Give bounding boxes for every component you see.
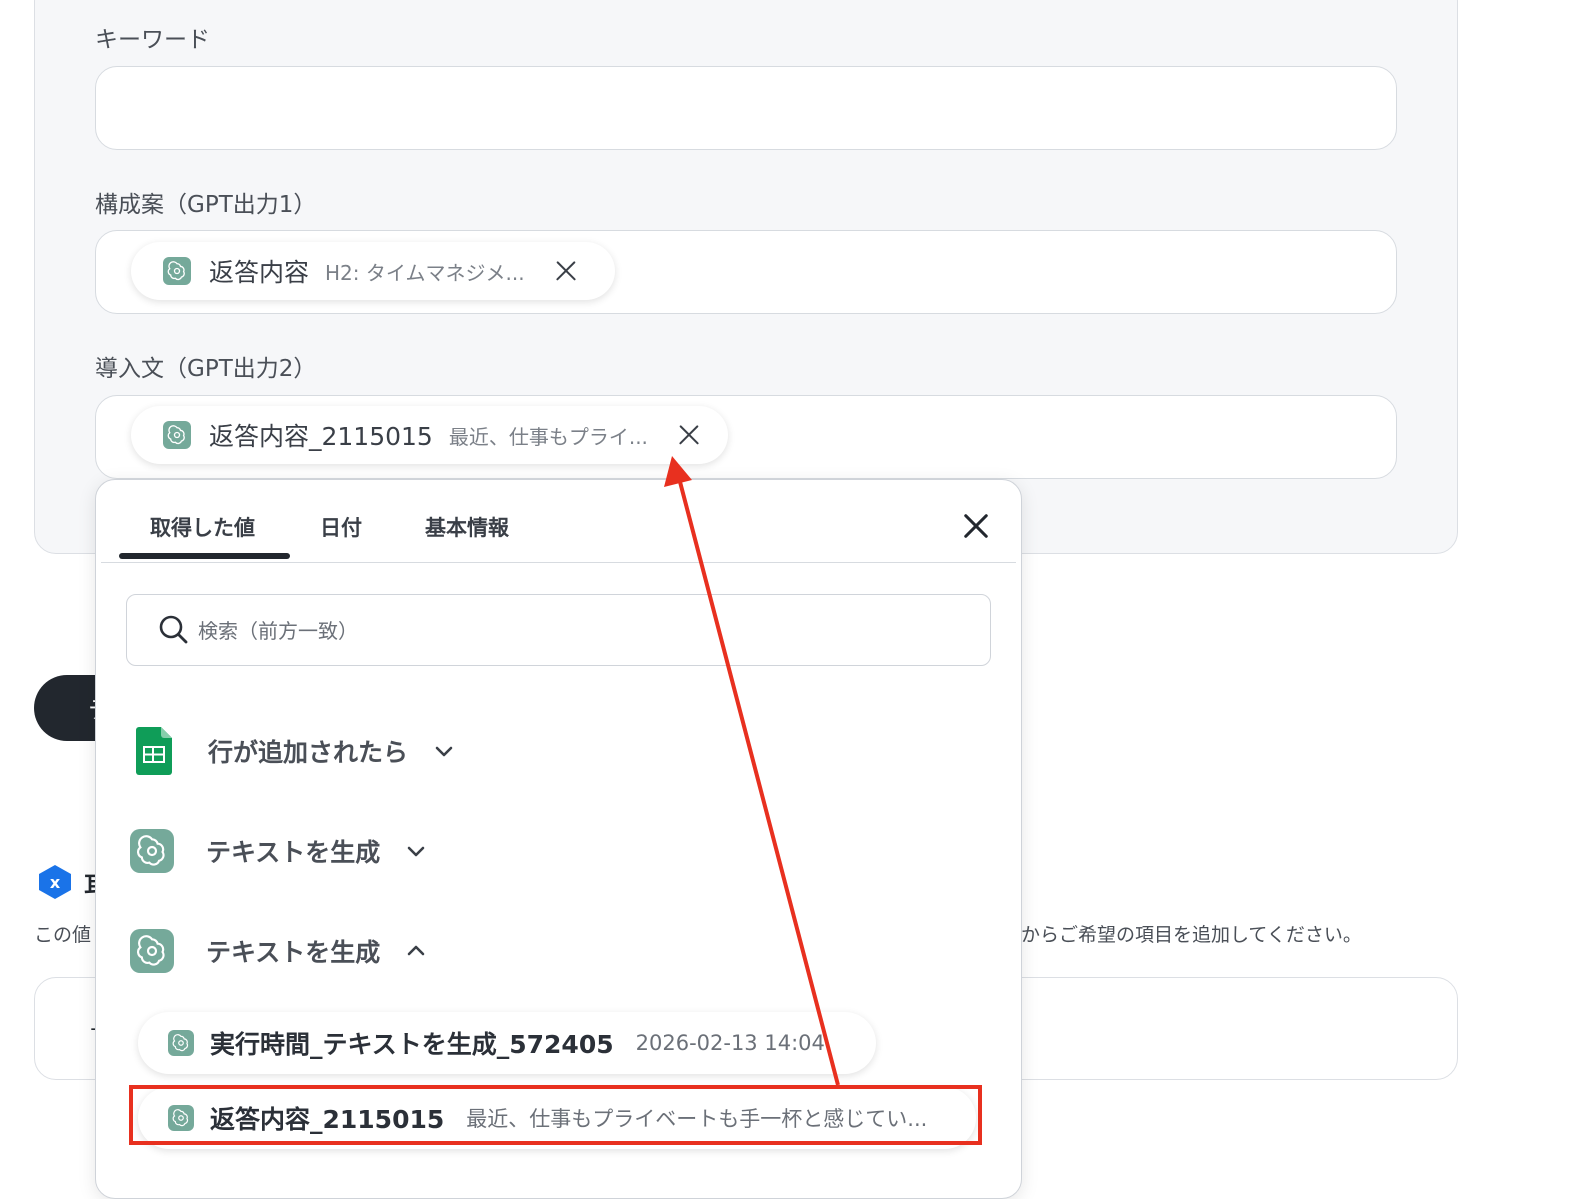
- intro-chip-title: 返答内容_2115015: [209, 422, 433, 451]
- outline-chip-title: 返答内容: [209, 258, 310, 287]
- tab-basic-info[interactable]: 基本情報: [425, 512, 509, 542]
- chevron-down-icon: [406, 841, 426, 861]
- group-row-added[interactable]: 行が追加されたら: [136, 727, 454, 775]
- chatgpt-icon: [163, 257, 191, 285]
- intro-label: 導入文（GPT出力2）: [95, 356, 317, 382]
- chatgpt-icon: [163, 421, 191, 449]
- outline-label: 構成案（GPT出力1）: [95, 192, 317, 218]
- section-description-start: この値: [34, 924, 92, 946]
- intro-value-chip[interactable]: 返答内容_2115015 最近、仕事もプライ...: [131, 406, 728, 464]
- outline-chip-preview: H2: タイムマネジメ...: [325, 260, 525, 285]
- svg-text:x: x: [50, 873, 61, 892]
- group-generate-text-1[interactable]: テキストを生成: [130, 829, 426, 873]
- google-sheets-icon: [136, 727, 172, 775]
- x-badge-icon: x: [39, 865, 71, 899]
- chevron-down-icon: [434, 741, 454, 761]
- group-label: テキストを生成: [206, 938, 381, 967]
- section-description-end: からご希望の項目を追加してください。: [1021, 924, 1362, 946]
- active-tab-indicator: [119, 553, 290, 559]
- outline-value-chip[interactable]: 返答内容 H2: タイムマネジメ...: [131, 242, 615, 300]
- remove-intro-chip-icon[interactable]: [676, 422, 702, 448]
- remove-outline-chip-icon[interactable]: [553, 258, 579, 284]
- intro-chip-preview: 最近、仕事もプライ...: [448, 424, 648, 449]
- tab-date[interactable]: 日付: [320, 512, 362, 542]
- group-generate-text-2[interactable]: テキストを生成: [130, 929, 426, 973]
- chevron-up-icon: [406, 941, 426, 961]
- highlight-box: [129, 1085, 982, 1145]
- search-icon: [159, 615, 188, 644]
- value-item-title: 実行時間_テキストを生成_572405: [210, 1030, 614, 1059]
- tab-divider: [101, 562, 1016, 563]
- chatgpt-icon: [130, 829, 174, 873]
- group-label: 行が追加されたら: [208, 738, 409, 767]
- keyword-label: キーワード: [95, 27, 210, 53]
- group-label: テキストを生成: [206, 838, 381, 867]
- tab-acquired-values[interactable]: 取得した値: [150, 512, 255, 542]
- keyword-input[interactable]: [95, 66, 1397, 150]
- close-popup-icon[interactable]: [960, 510, 992, 542]
- search-input[interactable]: [196, 610, 960, 652]
- value-item-execution-time[interactable]: 実行時間_テキストを生成_572405 2026-02-13 14:04: [138, 1012, 876, 1074]
- chatgpt-icon: [168, 1030, 194, 1056]
- chatgpt-icon: [130, 929, 174, 973]
- value-item-preview: 2026-02-13 14:04: [635, 1031, 825, 1055]
